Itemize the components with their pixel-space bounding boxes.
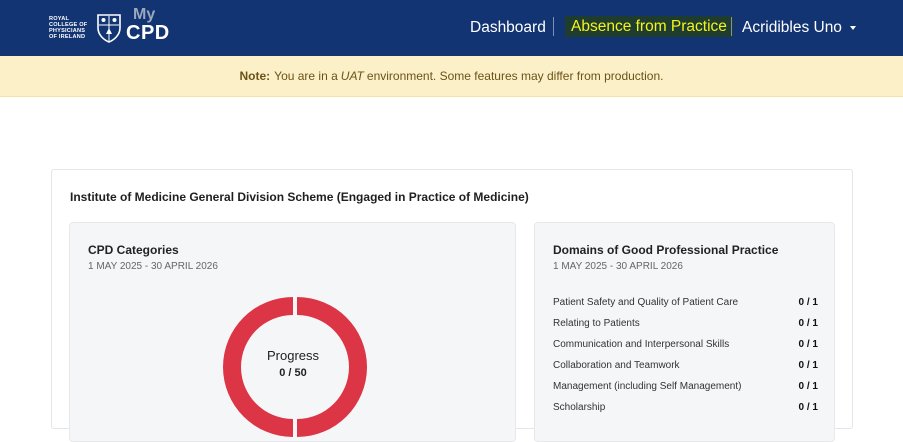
note-label: Note:	[239, 69, 271, 83]
caret-down-icon	[849, 26, 856, 30]
progress-label: Progress	[266, 348, 320, 363]
domain-label: Collaboration and Teamwork	[553, 360, 680, 371]
logo-line-4: OF IRELAND	[49, 34, 86, 41]
note-env: UAT	[340, 69, 364, 83]
note-text-before: You are in a	[274, 69, 338, 83]
top-navbar: ROYAL COLLEGE OF PHYSICIANS OF IRELAND M…	[0, 0, 903, 56]
progress-value: 0 / 50	[279, 367, 307, 379]
note-text-after: environment. Some features may differ fr…	[366, 69, 664, 83]
domains-title: Domains of Good Professional Practice	[553, 243, 779, 257]
domains-date-range: 1 MAY 2025 - 30 APRIL 2026	[553, 261, 683, 272]
logo-my: My	[133, 6, 156, 23]
cpd-categories-title: CPD Categories	[88, 243, 179, 257]
domains-card: Domains of Good Professional Practice 1 …	[534, 222, 835, 442]
domain-value: 0 / 1	[798, 339, 818, 350]
user-name: Acridibles Uno	[742, 19, 842, 36]
domain-value: 0 / 1	[798, 360, 818, 371]
nav-dashboard-label: Dashboard	[470, 19, 546, 36]
list-item[interactable]: Management (including Self Management) 0…	[553, 376, 818, 397]
domain-label: Patient Safety and Quality of Patient Ca…	[553, 297, 739, 308]
domain-label: Management (including Self Management)	[553, 381, 742, 392]
list-item[interactable]: Communication and Interpersonal Skills 0…	[553, 334, 818, 355]
domain-label: Communication and Interpersonal Skills	[553, 339, 730, 350]
crest-shield-icon	[97, 14, 121, 43]
nav-dashboard-link[interactable]: Dashboard	[470, 0, 546, 56]
logo-cpd: CPD	[126, 22, 170, 44]
rcpi-mycpd-logo[interactable]: ROYAL COLLEGE OF PHYSICIANS OF IRELAND M…	[49, 7, 169, 46]
environment-notice: Note: You are in a UAT environment. Some…	[0, 56, 903, 97]
nav-absence-from-practice-link[interactable]: Absence from Practice	[565, 16, 733, 37]
cpd-categories-card[interactable]: CPD Categories 1 MAY 2025 - 30 APRIL 202…	[69, 222, 516, 442]
domain-label: Relating to Patients	[553, 318, 640, 329]
domain-value: 0 / 1	[798, 381, 818, 392]
scheme-title: Institute of Medicine General Division S…	[70, 190, 529, 204]
user-menu-dropdown[interactable]: Acridibles Uno	[742, 0, 856, 56]
list-item[interactable]: Relating to Patients 0 / 1	[553, 313, 818, 334]
nav-divider	[731, 17, 732, 36]
cpd-categories-date-range: 1 MAY 2025 - 30 APRIL 2026	[88, 261, 218, 272]
logo-wordmark: ROYAL COLLEGE OF PHYSICIANS OF IRELAND	[49, 16, 95, 41]
nav-divider	[553, 17, 554, 36]
domains-list: Patient Safety and Quality of Patient Ca…	[553, 292, 818, 418]
domain-value: 0 / 1	[798, 297, 818, 308]
list-item[interactable]: Collaboration and Teamwork 0 / 1	[553, 355, 818, 376]
domain-value: 0 / 1	[798, 318, 818, 329]
scheme-panel: Institute of Medicine General Division S…	[51, 169, 853, 442]
list-item[interactable]: Patient Safety and Quality of Patient Ca…	[553, 292, 818, 313]
nav-absence-label: Absence from Practice	[571, 17, 727, 35]
